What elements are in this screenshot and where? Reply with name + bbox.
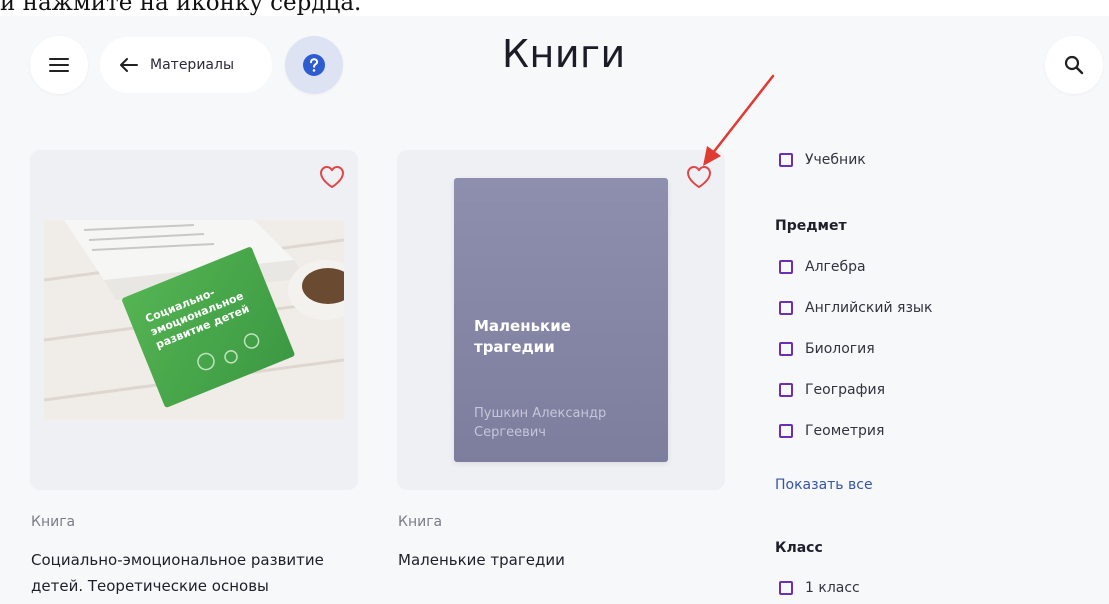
annotation-arrow — [703, 74, 775, 166]
checkbox[interactable] — [779, 153, 793, 167]
heart-icon[interactable] — [318, 164, 346, 190]
search-icon — [1064, 55, 1084, 75]
instruction-text-strip: и нажмите на иконку сердца. — [0, 0, 1109, 16]
filter-checkbox-class-1[interactable]: 1 класс — [779, 580, 860, 596]
cover-title: Маленькие трагедии — [474, 317, 571, 356]
cover-author: Пушкин Александр Сергеевич — [474, 406, 607, 440]
filter-label: 1 класс — [805, 580, 860, 596]
checkbox[interactable] — [779, 383, 793, 397]
book-cover: Маленькие трагедии Пушкин Александр Серг… — [454, 178, 668, 462]
instruction-text: и нажмите на иконку сердца. — [0, 0, 362, 16]
menu-button[interactable] — [30, 36, 88, 94]
checkbox[interactable] — [779, 581, 793, 595]
book-title-2[interactable]: Маленькие трагедии — [398, 547, 718, 573]
filter-checkbox-english[interactable]: Английский язык — [779, 300, 932, 316]
book-title-2-line1: Маленькие трагедии — [398, 551, 565, 569]
filter-label: Алгебра — [805, 259, 866, 275]
filter-label: Геометрия — [805, 423, 885, 439]
checkbox[interactable] — [779, 301, 793, 315]
class-heading: Класс — [775, 540, 823, 556]
back-button-label: Материалы — [150, 57, 234, 73]
show-all-link[interactable]: Показать все — [775, 477, 873, 493]
filter-label: Учебник — [805, 152, 866, 168]
checkbox[interactable] — [779, 424, 793, 438]
card-kind-1: Книга — [31, 514, 76, 530]
book-title-1-line2: детей. Теоретические основы — [31, 577, 269, 595]
filter-checkbox-geography[interactable]: География — [779, 382, 885, 398]
book-title-1-line1: Социально-эмоциональное развитие — [31, 551, 324, 569]
filter-checkbox-biology[interactable]: Биология — [779, 341, 875, 357]
filter-label: Английский язык — [805, 300, 933, 316]
filter-label: География — [805, 382, 886, 398]
filter-checkbox-algebra[interactable]: Алгебра — [779, 259, 866, 275]
back-button[interactable]: Материалы — [100, 37, 272, 93]
search-button[interactable] — [1045, 36, 1103, 94]
filter-checkbox-textbook[interactable]: Учебник — [779, 152, 866, 168]
arrow-left-icon — [120, 58, 138, 72]
filter-checkbox-geometry[interactable]: Геометрия — [779, 423, 884, 439]
filter-label: Биология — [805, 341, 875, 357]
book-photo: Социально- эмоциональное развитие детей — [44, 220, 344, 420]
checkbox[interactable] — [779, 260, 793, 274]
book-title-1[interactable]: Социально-эмоциональное развитие детей. … — [31, 547, 371, 599]
question-icon — [303, 54, 325, 76]
card-kind-2: Книга — [398, 514, 443, 530]
page-title: Книги — [502, 32, 626, 76]
checkbox[interactable] — [779, 342, 793, 356]
hamburger-icon — [49, 58, 69, 72]
subject-heading: Предмет — [775, 218, 847, 234]
help-button[interactable] — [285, 36, 343, 94]
book-photo-illustration: Социально- эмоциональное развитие детей — [44, 220, 344, 420]
